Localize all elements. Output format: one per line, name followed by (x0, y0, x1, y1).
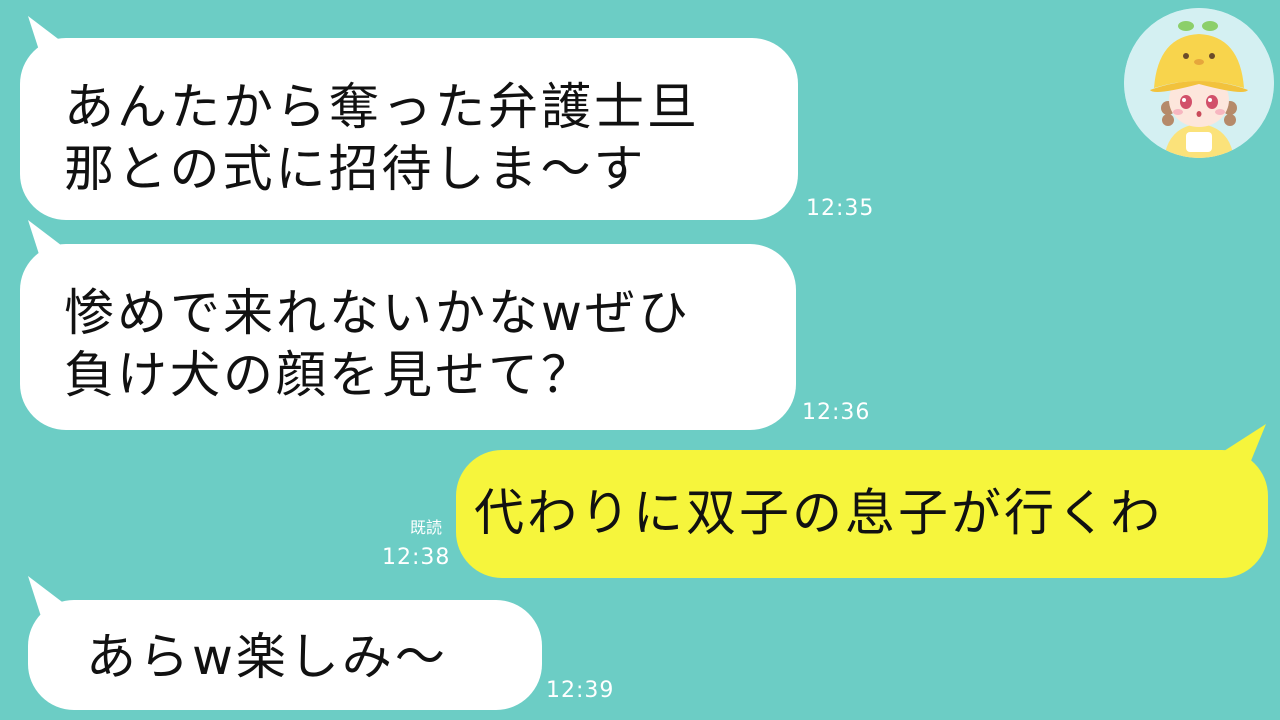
message-text-line: 惨めで来れないかなwぜひ (64, 284, 691, 342)
message-timestamp: 12:36 (802, 400, 871, 425)
message-timestamp: 12:38 (382, 545, 451, 570)
message-bubble-incoming[interactable]: あんたから奪った弁護士旦 那との式に招待しま〜す (20, 38, 798, 220)
message-text-line: 代わりに双子の息子が行くわ (474, 484, 1163, 542)
message-text-line: あらw楽しみ〜 (86, 628, 448, 686)
girl-yellow-hat-avatar-icon (1124, 8, 1274, 158)
message-text-line: 那との式に招待しま〜す (64, 140, 647, 198)
message-text-line: 負け犬の顔を見せて？ (64, 346, 594, 404)
message-bubble-incoming[interactable]: あらw楽しみ〜 (28, 600, 542, 710)
message-bubble-incoming[interactable]: 惨めで来れないかなwぜひ 負け犬の顔を見せて？ (20, 244, 796, 430)
read-receipt: 既読 (410, 518, 443, 537)
message-text-line: あんたから奪った弁護士旦 (64, 78, 700, 136)
contact-avatar[interactable] (1124, 8, 1274, 158)
message-timestamp: 12:39 (546, 678, 615, 703)
message-timestamp: 12:35 (806, 196, 875, 221)
message-bubble-outgoing[interactable]: 代わりに双子の息子が行くわ (456, 450, 1268, 578)
